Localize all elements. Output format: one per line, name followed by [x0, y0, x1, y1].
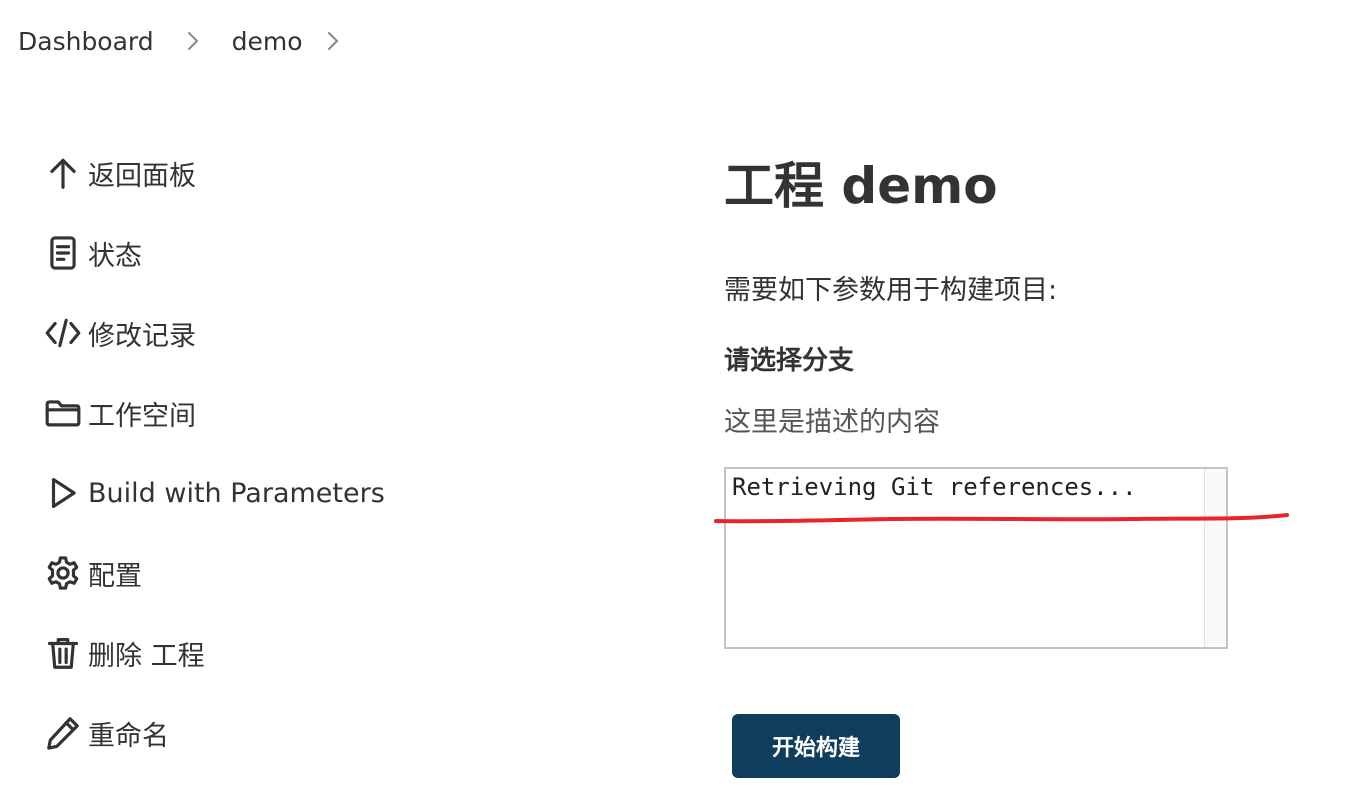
parameters-intro: 需要如下参数用于构建项目: [724, 275, 1058, 306]
parameter-name: 请选择分支 [724, 346, 855, 376]
pencil-icon [44, 712, 86, 754]
sidebar-item-configure[interactable]: 配置 [44, 548, 142, 598]
parameter-description: 这里是描述的内容 [724, 407, 940, 438]
code-icon [44, 312, 86, 354]
arrow-up-icon [44, 152, 86, 194]
trash-icon [44, 632, 86, 674]
branch-option[interactable]: Retrieving Git references... [732, 473, 1137, 501]
play-icon [44, 472, 86, 514]
page-title: 工程 demo [724, 157, 998, 215]
sidebar-item-status[interactable]: 状态 [44, 228, 142, 278]
sidebar-item-label: Build with Parameters [88, 477, 385, 509]
document-icon [44, 232, 86, 274]
sidebar-item-delete-project[interactable]: 删除 工程 [44, 628, 205, 678]
breadcrumb-demo[interactable]: demo [232, 27, 303, 56]
sidebar-item-label: 重命名 [88, 720, 169, 752]
sidebar-item-back-to-dashboard[interactable]: 返回面板 [44, 148, 196, 198]
sidebar-item-changes[interactable]: 修改记录 [44, 308, 196, 358]
sidebar-item-build-with-parameters[interactable]: Build with Parameters [44, 468, 385, 518]
sidebar-item-label: 配置 [88, 560, 142, 592]
branch-select-list[interactable]: Retrieving Git references... [724, 467, 1228, 649]
sidebar-item-rename[interactable]: 重命名 [44, 708, 169, 758]
sidebar-item-workspace[interactable]: 工作空间 [44, 388, 196, 438]
sidebar-item-label: 状态 [88, 240, 142, 272]
sidebar-item-label: 工作空间 [88, 400, 196, 432]
sidebar-item-label: 删除 工程 [88, 640, 205, 672]
folder-icon [44, 392, 86, 434]
scrollbar[interactable] [1204, 469, 1226, 647]
chevron-right-icon [154, 30, 232, 52]
sidebar-item-label: 返回面板 [88, 160, 196, 192]
breadcrumb-dashboard[interactable]: Dashboard [18, 27, 154, 56]
sidebar-item-label: 修改记录 [88, 320, 196, 352]
breadcrumb: Dashboard demo [18, 24, 363, 58]
gear-icon [44, 552, 86, 594]
chevron-right-icon[interactable] [303, 30, 363, 52]
start-build-button[interactable]: 开始构建 [732, 714, 900, 778]
